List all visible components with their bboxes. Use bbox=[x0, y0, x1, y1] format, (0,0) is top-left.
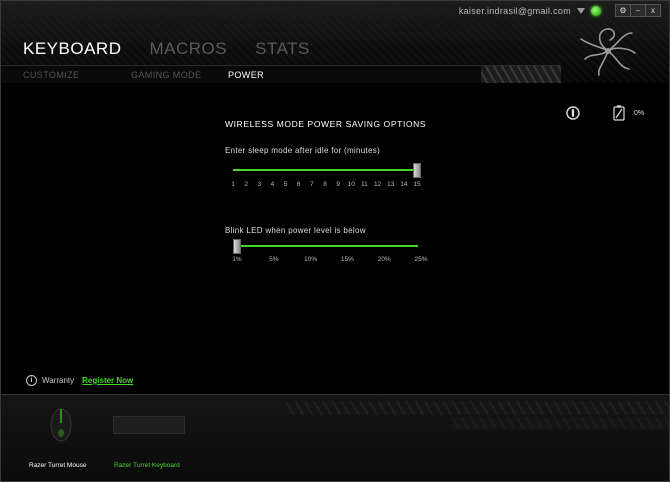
battery-level: 0% bbox=[634, 110, 645, 117]
mouse-status-icon bbox=[566, 106, 580, 120]
online-status-icon[interactable] bbox=[591, 5, 601, 16]
blink-slider-track[interactable] bbox=[237, 245, 418, 247]
slider-tick-label: 5% bbox=[269, 256, 279, 263]
slider-tick-label: 12 bbox=[373, 181, 382, 188]
user-email[interactable]: kaiser.indrasil@gmail.com bbox=[459, 6, 571, 16]
device-keyboard-label[interactable]: Razer Turret Keyboard bbox=[114, 462, 180, 469]
device-bar-stripes-lower bbox=[451, 417, 669, 429]
subnav-stripes bbox=[481, 66, 561, 84]
device-bar-stripes bbox=[286, 401, 669, 415]
slider-tick-label: 7 bbox=[310, 181, 314, 188]
slider-tick-label: 14 bbox=[400, 181, 408, 188]
main-tabs: KEYBOARD MACROS STATS bbox=[23, 39, 310, 59]
tab-macros[interactable]: MACROS bbox=[149, 39, 227, 59]
info-icon: i bbox=[26, 375, 37, 386]
sleep-slider-handle[interactable] bbox=[413, 163, 421, 178]
slider-tick-label: 10% bbox=[304, 256, 318, 263]
device-bar: Razer Turret Mouse Razer Turret Keyboard bbox=[1, 394, 669, 481]
keyboard-device-image[interactable] bbox=[113, 416, 185, 434]
slider-tick-label: 1 bbox=[231, 181, 235, 188]
battery-icon bbox=[613, 105, 625, 121]
slider-tick-label: 9 bbox=[336, 181, 340, 188]
slider-tick-label: 11 bbox=[361, 181, 368, 188]
warranty-row: i Warranty Register Now bbox=[26, 375, 133, 386]
register-now-link[interactable]: Register Now bbox=[82, 376, 133, 385]
blink-slider-ticks: 1% 5% 10% 15% 20% 25% bbox=[232, 256, 427, 266]
slider-tick-label: 15 bbox=[413, 181, 421, 188]
app-window: kaiser.indrasil@gmail.com ⚙ – x KEYBOARD… bbox=[0, 0, 670, 482]
slider-tick-label: 10 bbox=[347, 181, 355, 188]
sub-nav: CUSTOMIZE GAMING MODE POWER bbox=[1, 65, 561, 84]
blink-slider-handle[interactable] bbox=[233, 239, 241, 254]
mouse-device-icon bbox=[50, 408, 72, 442]
sub-tabs: CUSTOMIZE GAMING MODE POWER bbox=[23, 70, 264, 80]
minimize-button[interactable]: – bbox=[630, 5, 645, 16]
slider-tick-label: 8 bbox=[323, 181, 327, 188]
slider-tick-label: 6 bbox=[296, 181, 301, 188]
tab-customize[interactable]: CUSTOMIZE bbox=[23, 70, 131, 80]
section-title: WIRELESS MODE POWER SAVING OPTIONS bbox=[225, 119, 427, 129]
tab-power[interactable]: POWER bbox=[228, 70, 264, 80]
account-dropdown-icon[interactable] bbox=[577, 7, 585, 14]
tab-stats[interactable]: STATS bbox=[255, 39, 310, 59]
blink-slider-label: Blink LED when power level is below bbox=[225, 226, 366, 235]
slider-tick-label: 13 bbox=[387, 181, 395, 188]
razer-logo bbox=[580, 28, 636, 76]
tab-gaming-mode[interactable]: GAMING MODE bbox=[131, 70, 228, 80]
device-mouse-label[interactable]: Razer Turret Mouse bbox=[29, 462, 86, 469]
sleep-slider-track[interactable] bbox=[233, 169, 418, 171]
slider-tick-label: 3 bbox=[257, 181, 262, 188]
settings-button[interactable]: ⚙ bbox=[616, 5, 630, 16]
warranty-label: Warranty bbox=[42, 376, 75, 385]
sleep-slider-label: Enter sleep mode after idle for (minutes… bbox=[225, 146, 381, 155]
window-controls: ⚙ – x bbox=[615, 4, 661, 17]
slider-tick-label: 25% bbox=[414, 256, 428, 263]
tab-keyboard[interactable]: KEYBOARD bbox=[23, 39, 121, 59]
slider-tick-label: 2 bbox=[244, 181, 248, 188]
close-button[interactable]: x bbox=[645, 5, 660, 16]
power-panel: WIRELESS MODE POWER SAVING OPTIONS Enter… bbox=[1, 83, 669, 393]
slider-tick-label: 15% bbox=[340, 256, 354, 263]
slider-tick-label: 4 bbox=[270, 181, 275, 188]
slider-tick-label: 5 bbox=[283, 181, 288, 188]
slider-tick-label: 20% bbox=[377, 256, 391, 263]
sleep-slider-ticks: 1 2 3 4 5 6 7 8 9 10 11 12 13 14 15 bbox=[231, 181, 421, 191]
top-bar: kaiser.indrasil@gmail.com ⚙ – x bbox=[459, 4, 661, 17]
header: kaiser.indrasil@gmail.com ⚙ – x KEYBOARD… bbox=[1, 1, 669, 84]
slider-tick-label: 1% bbox=[232, 256, 242, 263]
